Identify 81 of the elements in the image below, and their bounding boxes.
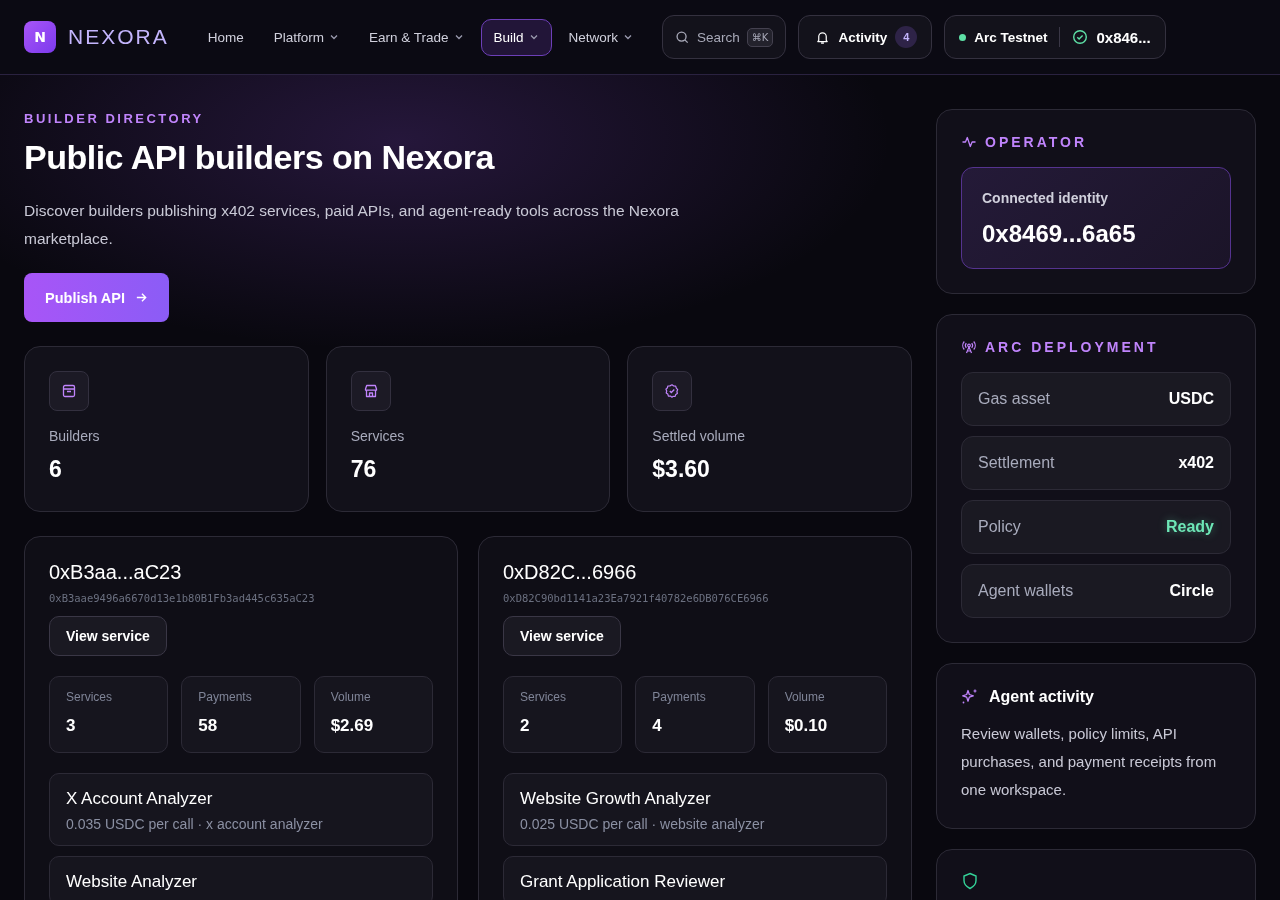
row-value: Ready [1165,518,1214,536]
metric-value: $2.69 [330,716,375,736]
pulse-icon [961,134,977,150]
logo-mark[interactable]: N [24,21,56,53]
metric-label: Payments [198,690,253,704]
view-service-button[interactable]: View service [503,616,621,656]
caret-icon [623,32,634,42]
service-item[interactable]: Website Growth Analyzer 0.025 USDC per call · website analyzer [503,773,887,846]
stat-label: Settled volume [652,428,746,444]
panel-title: ARC DEPLOYMENT [985,339,1159,355]
metric-label: Payments [652,690,707,704]
builder-address: 0xB3aa...aC23 [49,561,183,584]
metric-label: Volume [330,690,372,704]
service-item[interactable]: Website Analyzer [49,856,433,900]
stat-value: $3.60 [652,456,711,483]
shield-icon [961,872,979,890]
row-label: Agent wallets [978,582,1074,600]
full-address: 0xD82C90bd1141a23Ea7921f40782e6DB076CE6966 [503,592,770,604]
page-description: Discover builders publishing x402 services, paid APIs, and agent-ready tools across the Nexora marketplace. [24,201,680,249]
panel-text: Review wallets, policy limits, API purchases, and payment receipts from one workspace. [961,724,1218,800]
arrow-right-icon [135,291,149,304]
search-field[interactable]: Search ⌘K [662,15,787,59]
store-icon [362,383,379,399]
network-name[interactable]: Arc Testnet [974,29,1048,45]
nav-link[interactable]: Network [555,18,647,56]
badge-check-icon [664,383,681,399]
identity-address: 0x8469...6a65 [982,220,1137,248]
page-title: Public API builders on Nexora [24,138,496,177]
row-value: x402 [1178,454,1214,472]
identity-label: Connected identity [982,190,1109,206]
service-name: Website Growth Analyzer [520,789,712,809]
row-label: Gas asset [978,390,1051,408]
nav-link[interactable]: Build [480,18,552,56]
service-item[interactable]: X Account Analyzer 0.035 USDC per call · x account analyzer [49,773,433,846]
search-icon [675,29,691,45]
metric-value: $0.10 [784,716,829,736]
activity-count: 4 [895,26,918,48]
row-value: Circle [1169,582,1214,600]
metric-label: Services [66,690,113,704]
stat-value: 76 [350,456,378,483]
service-item[interactable]: Grant Application Reviewer [503,856,887,900]
service-name: Grant Application Reviewer [520,872,727,892]
service-name: X Account Analyzer [66,789,214,809]
metric-value: 3 [66,716,77,736]
antenna-icon [961,339,977,355]
caret-icon [453,32,464,42]
row-label: Policy [978,518,1021,536]
stat-value: 6 [49,456,63,483]
stat-label: Builders [49,428,101,444]
row-label: Settlement [978,454,1055,472]
service-detail: 0.025 USDC per call · website analyzer [520,816,766,832]
view-service-button[interactable]: View service [49,616,167,656]
panel-title: Agent activity [989,688,1094,706]
row-value: USDC [1168,390,1214,408]
stat-label: Services [350,428,406,444]
section-eyebrow: BUILDER DIRECTORY [24,111,205,126]
builder-address: 0xD82C...6966 [503,561,638,584]
caret-icon [528,32,539,42]
full-address: 0xB3aae9496a6670d13e1b80B1Fb3ad445c635aC23 [49,592,316,604]
publish-button[interactable]: Publish API [24,273,170,322]
brand-name[interactable]: NEXORA [68,25,169,49]
service-name: Website Analyzer [66,872,199,892]
nav-link[interactable]: Earn & Trade [355,18,477,56]
account-address[interactable]: 0x846... [1096,28,1151,46]
panel-title: OPERATOR [985,134,1088,150]
sparkle-icon [961,688,979,706]
inbox-icon [61,383,77,399]
metric-label: Volume [784,690,826,704]
metric-value: 4 [652,716,663,736]
caret-icon [328,32,339,42]
service-detail: 0.035 USDC per call · x account analyzer [66,816,324,832]
shortcut-key: ⌘K [746,27,774,47]
nav-link[interactable]: Platform [260,18,352,56]
activity-button[interactable]: Activity 4 [798,15,933,59]
nav-link[interactable]: Home [194,18,257,56]
metric-value: 58 [198,716,219,736]
metric-value: 2 [520,716,531,736]
metric-label: Services [520,690,567,704]
search-placeholder: Search [697,29,740,45]
check-circle-icon [1072,29,1089,45]
bell-icon [815,29,831,45]
